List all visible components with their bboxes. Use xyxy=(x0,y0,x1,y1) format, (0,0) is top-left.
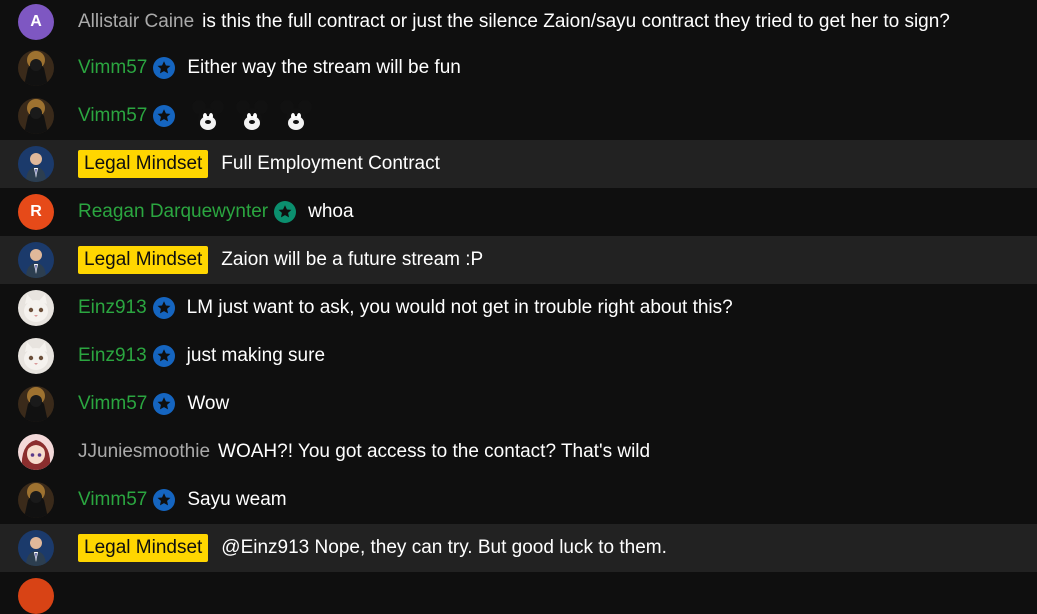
avatar[interactable] xyxy=(18,146,54,182)
message-text: whoa xyxy=(308,201,354,222)
member-star-icon xyxy=(274,201,297,223)
avatar-letter: A xyxy=(30,13,42,30)
mickey-emoji xyxy=(236,100,269,130)
avatar[interactable]: R xyxy=(18,194,54,230)
avatar[interactable] xyxy=(18,338,54,374)
message-text: Full Employment Contract xyxy=(221,153,440,174)
emoji-group xyxy=(187,99,313,133)
member-star-icon xyxy=(152,345,175,367)
chat-message: Vimm57 Either way the stream will be fun xyxy=(0,44,1037,92)
avatar[interactable] xyxy=(18,386,54,422)
chat-message: Legal Mindset Zaion will be a future str… xyxy=(0,236,1037,284)
message-text: Sayu weam xyxy=(187,489,287,510)
message-text: WOAH?! You got access to the contact? Th… xyxy=(218,441,651,462)
avatar[interactable] xyxy=(18,242,54,278)
chat-message: Vimm57 xyxy=(0,92,1037,140)
chat-message-partial xyxy=(0,572,1037,614)
owner-name-badge[interactable]: Legal Mindset xyxy=(78,150,209,178)
author-name[interactable]: JJuniesmoothie xyxy=(78,441,210,463)
chat-message: Legal Mindset @Einz913 Nope, they can tr… xyxy=(0,524,1037,572)
author-name[interactable]: Reagan Darquewynter xyxy=(78,201,268,223)
chat-message: A Allistair Caine is this the full contr… xyxy=(0,0,1037,44)
member-star-icon xyxy=(153,57,176,79)
avatar[interactable] xyxy=(18,482,54,518)
message-text: Zaion will be a future stream :P xyxy=(221,249,484,270)
avatar[interactable] xyxy=(18,434,54,470)
avatar[interactable]: A xyxy=(18,4,54,40)
avatar[interactable] xyxy=(18,290,54,326)
chat-message: R Reagan Darquewynter whoa xyxy=(0,188,1037,236)
message-text: is this the full contract or just the si… xyxy=(202,11,950,32)
message-text: LM just want to ask, you would not get i… xyxy=(186,297,733,318)
author-name[interactable]: Einz913 xyxy=(78,345,147,367)
author-name[interactable]: Vimm57 xyxy=(78,57,147,79)
chat-message: JJuniesmoothie WOAH?! You got access to … xyxy=(0,428,1037,476)
author-name[interactable]: Vimm57 xyxy=(78,489,147,511)
avatar-letter: R xyxy=(30,203,42,220)
avatar[interactable] xyxy=(18,98,54,134)
author-name[interactable]: Vimm57 xyxy=(78,393,147,415)
mickey-emoji xyxy=(192,100,225,130)
owner-name-badge[interactable]: Legal Mindset xyxy=(78,246,209,274)
avatar[interactable] xyxy=(18,530,54,566)
author-name[interactable]: Allistair Caine xyxy=(78,11,194,33)
member-star-icon xyxy=(153,393,176,415)
member-star-icon xyxy=(153,489,176,511)
author-name[interactable]: Einz913 xyxy=(78,297,147,319)
live-chat-list: A Allistair Caine is this the full contr… xyxy=(0,0,1037,614)
avatar[interactable] xyxy=(18,50,54,86)
chat-message: Einz913 LM just want to ask, you would n… xyxy=(0,284,1037,332)
message-text: @Einz913 Nope, they can try. But good lu… xyxy=(221,537,667,558)
author-name[interactable]: Vimm57 xyxy=(78,105,147,127)
member-star-icon xyxy=(153,105,176,127)
chat-message: Legal Mindset Full Employment Contract xyxy=(0,140,1037,188)
chat-message: Vimm57 Wow xyxy=(0,380,1037,428)
message-text: just making sure xyxy=(186,345,326,366)
owner-name-badge[interactable]: Legal Mindset xyxy=(78,534,209,562)
member-star-icon xyxy=(152,297,175,319)
mickey-emoji xyxy=(280,100,313,130)
avatar[interactable] xyxy=(18,578,54,614)
message-text: Wow xyxy=(187,393,230,414)
chat-message: Vimm57 Sayu weam xyxy=(0,476,1037,524)
chat-message: Einz913 just making sure xyxy=(0,332,1037,380)
message-text: Either way the stream will be fun xyxy=(187,57,461,78)
